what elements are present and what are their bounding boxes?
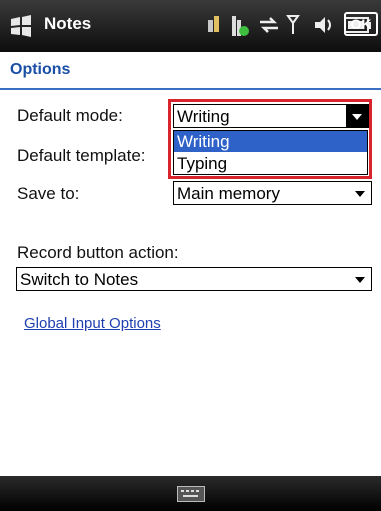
- chevron-down-icon[interactable]: [349, 182, 371, 204]
- record-button-action-select[interactable]: Switch to Notes: [16, 267, 372, 291]
- battery-level-icon[interactable]: [230, 14, 250, 43]
- bottom-menu-bar: [0, 476, 381, 511]
- ok-button[interactable]: OK: [344, 12, 378, 36]
- volume-icon[interactable]: [312, 14, 336, 41]
- connectivity-icon[interactable]: [206, 14, 222, 41]
- title-bar: Notes OK: [0, 0, 381, 52]
- signal-icon[interactable]: [286, 14, 300, 41]
- default-template-label: Default template:: [17, 146, 146, 165]
- record-button-action-label: Record button action:: [17, 243, 179, 262]
- options-header: Options: [0, 52, 381, 90]
- keyboard-icon[interactable]: [177, 486, 205, 502]
- header-divider: [0, 88, 381, 90]
- save-to-select[interactable]: Main memory: [173, 181, 372, 205]
- save-to-label: Save to:: [17, 184, 80, 203]
- app-title: Notes: [44, 14, 92, 33]
- page-title: Options: [10, 61, 71, 78]
- record-button-action-value: Switch to Notes: [20, 270, 139, 289]
- save-to-value: Main memory: [177, 184, 280, 203]
- highlight-frame: [168, 99, 372, 179]
- data-sync-icon[interactable]: [258, 14, 280, 41]
- chevron-down-icon[interactable]: [349, 268, 371, 290]
- global-input-options-link[interactable]: Global Input Options: [24, 315, 161, 332]
- windows-start-icon[interactable]: [9, 15, 33, 37]
- default-mode-label: Default mode:: [17, 106, 123, 125]
